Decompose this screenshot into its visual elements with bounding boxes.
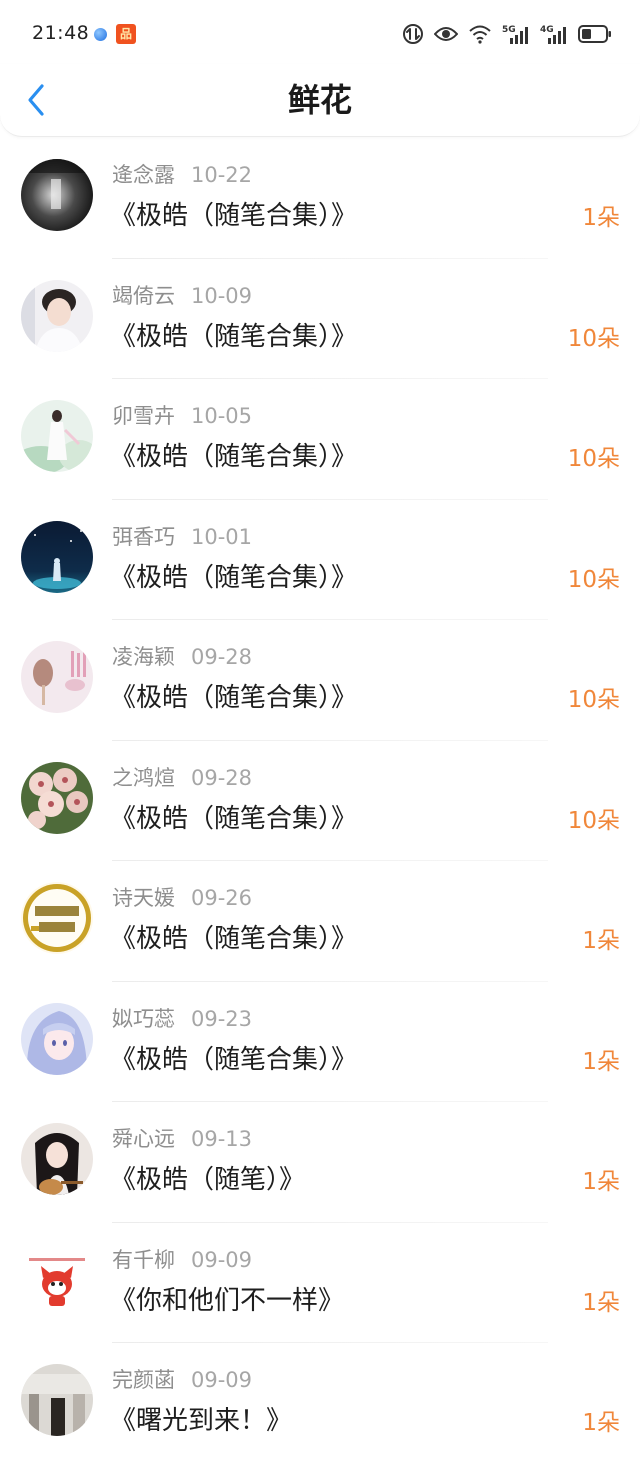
book-title[interactable]: 《极皓（随笔合集）》 xyxy=(110,200,357,232)
gift-date: 10-05 xyxy=(191,404,253,428)
flower-count: 10朵 xyxy=(567,325,620,352)
list-item[interactable]: 完颜菡 09-09 《曙光到来！》 1朵 xyxy=(0,1343,640,1464)
header: 鲜花 xyxy=(0,64,640,137)
avatar[interactable] xyxy=(21,520,93,593)
book-title[interactable]: 《极皓（随笔）》 xyxy=(110,1164,305,1196)
avatar[interactable] xyxy=(21,279,93,352)
page-title: 鲜花 xyxy=(287,81,352,119)
list-item[interactable]: 舜心远 09-13 《极皓（随笔）》 1朵 xyxy=(0,1102,640,1223)
list-item[interactable]: 诗天媛 09-26 《极皓（随笔合集）》 1朵 xyxy=(0,861,640,982)
list-item[interactable]: 凌海颖 09-28 《极皓（随笔合集）》 10朵 xyxy=(0,620,640,741)
list-item[interactable]: 姒巧蕊 09-23 《极皓（随笔合集）》 1朵 xyxy=(0,982,640,1102)
avatar[interactable] xyxy=(21,882,93,954)
avatar[interactable] xyxy=(21,400,93,472)
book-title[interactable]: 《极皓（随笔合集）》 xyxy=(110,682,357,714)
user-name[interactable]: 姒巧蕊 xyxy=(112,1007,175,1031)
eye-icon xyxy=(434,25,458,43)
avatar[interactable] xyxy=(21,761,93,834)
status-time: 21:48 xyxy=(32,22,90,44)
book-title[interactable]: 《极皓（随笔合集）》 xyxy=(110,441,357,473)
avatar[interactable] xyxy=(21,641,93,713)
flower-count: 10朵 xyxy=(567,807,620,834)
book-title[interactable]: 《极皓（随笔合集）》 xyxy=(110,803,357,835)
wifi-icon xyxy=(468,24,492,44)
user-name[interactable]: 卯雪卉 xyxy=(112,404,175,428)
list-item[interactable]: 逄念露 10-22 《极皓（随笔合集）》 1朵 xyxy=(0,138,640,259)
user-name[interactable]: 竭倚云 xyxy=(112,284,175,308)
book-title[interactable]: 《你和他们不一样》 xyxy=(110,1285,344,1317)
gift-date: 09-28 xyxy=(191,765,253,790)
flower-count: 10朵 xyxy=(567,446,620,472)
avatar[interactable] xyxy=(21,1002,93,1075)
gift-date: 09-23 xyxy=(191,1006,253,1031)
avatar[interactable] xyxy=(21,1364,93,1436)
list-item[interactable]: 有千柳 09-09 《你和他们不一样》 1朵 xyxy=(0,1223,640,1343)
list-item[interactable]: 弭香巧 10-01 《极皓（随笔合集）》 10朵 xyxy=(0,500,640,620)
gift-date: 09-09 xyxy=(191,1247,253,1272)
user-name[interactable]: 完颜菡 xyxy=(112,1368,175,1392)
list-item[interactable]: 竭倚云 10-09 《极皓（随笔合集）》 10朵 xyxy=(0,259,640,379)
svg-text:4G: 4G xyxy=(540,25,554,35)
gift-date: 10-22 xyxy=(191,163,253,187)
user-name[interactable]: 诗天媛 xyxy=(112,886,175,910)
flower-count: 1朵 xyxy=(582,1410,620,1436)
gift-date: 09-26 xyxy=(191,886,253,910)
status-bar: 21:48 品 5G 4G xyxy=(0,0,640,64)
list-item[interactable]: 卯雪卉 10-05 《极皓（随笔合集）》 10朵 xyxy=(0,379,640,500)
gift-date: 09-28 xyxy=(191,645,253,669)
shopping-app-icon: 品 xyxy=(116,24,136,44)
gift-date: 10-01 xyxy=(191,524,253,549)
flower-count: 1朵 xyxy=(582,928,620,954)
user-name[interactable]: 有千柳 xyxy=(112,1248,175,1272)
avatar[interactable] xyxy=(21,1243,93,1316)
user-name[interactable]: 弭香巧 xyxy=(112,525,175,549)
signal-4g-icon: 4G xyxy=(540,23,568,45)
book-title[interactable]: 《曙光到来！》 xyxy=(110,1405,292,1437)
flower-count: 10朵 xyxy=(567,566,620,593)
flower-count: 10朵 xyxy=(567,687,620,713)
flower-count: 1朵 xyxy=(582,1048,620,1075)
data-saver-icon xyxy=(402,23,424,45)
svg-text:5G: 5G xyxy=(502,25,516,35)
book-title[interactable]: 《极皓（随笔合集）》 xyxy=(110,923,357,955)
book-title[interactable]: 《极皓（随笔合集）》 xyxy=(110,562,357,594)
gift-date: 10-09 xyxy=(191,283,253,308)
book-title[interactable]: 《极皓（随笔合集）》 xyxy=(110,1044,357,1076)
avatar[interactable] xyxy=(21,1123,93,1195)
user-name[interactable]: 凌海颖 xyxy=(112,645,175,669)
book-title[interactable]: 《极皓（随笔合集）》 xyxy=(110,321,357,353)
flower-list: 逄念露 10-22 《极皓（随笔合集）》 1朵 竭倚云 10-09 《极皓（随笔合集… xyxy=(0,138,640,1464)
user-name[interactable]: 之鸿煊 xyxy=(112,766,175,790)
flower-count: 1朵 xyxy=(582,1169,620,1195)
flower-count: 1朵 xyxy=(582,205,620,231)
gift-date: 09-09 xyxy=(191,1368,253,1392)
gift-date: 09-13 xyxy=(191,1127,253,1151)
status-icons: 5G 4G xyxy=(402,22,612,46)
user-name[interactable]: 逄念露 xyxy=(112,163,175,187)
battery-icon xyxy=(578,24,612,44)
list-item[interactable]: 之鸿煊 09-28 《极皓（随笔合集）》 10朵 xyxy=(0,741,640,861)
avatar[interactable] xyxy=(21,159,93,231)
user-name[interactable]: 舜心远 xyxy=(112,1127,175,1151)
signal-5g-icon: 5G xyxy=(502,23,530,45)
app-notification-icon xyxy=(94,28,107,41)
flower-count: 1朵 xyxy=(582,1289,620,1316)
